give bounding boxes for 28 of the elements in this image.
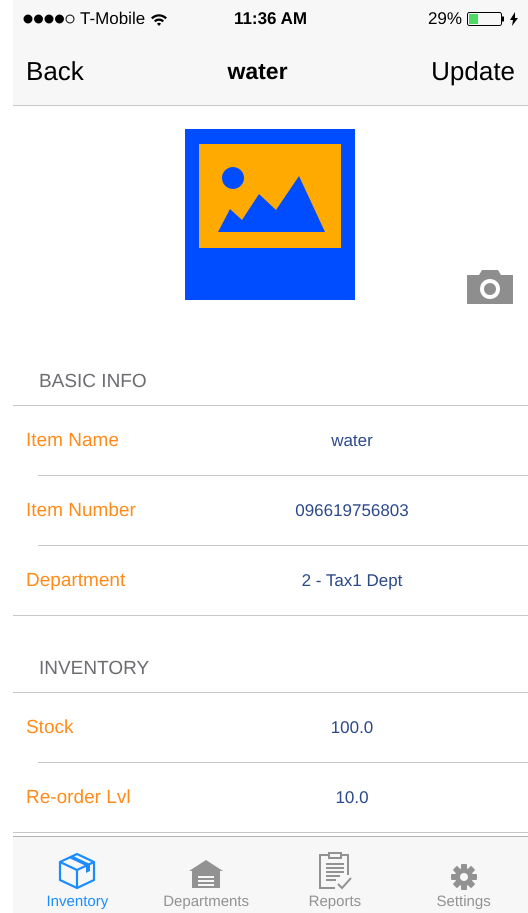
field-value[interactable]: water [246, 430, 528, 450]
carrier-name: T-Mobile [80, 9, 146, 29]
signal-icon [23, 14, 75, 24]
battery-icon [466, 12, 505, 26]
update-button[interactable]: Update [431, 56, 515, 87]
field-label: Re-order Lvl [26, 786, 132, 808]
garage-icon [188, 858, 224, 890]
gear-icon [450, 864, 477, 890]
section-header: INVENTORY [13, 616, 528, 693]
field-label: Item Number [26, 500, 137, 522]
charging-icon [510, 12, 518, 26]
field-value[interactable]: 2 - Tax1 Dept [246, 570, 528, 590]
clock-time: 11:36 AM [234, 9, 308, 29]
page-title: water [227, 58, 288, 85]
box-icon [58, 852, 96, 890]
clipboard-icon [318, 850, 352, 890]
field-label: Item Name [26, 430, 120, 452]
camera-icon[interactable] [467, 269, 513, 304]
battery-percent: 29% [428, 9, 462, 29]
field-label: Stock [26, 716, 75, 738]
field-label: Department [26, 570, 126, 592]
field-value[interactable]: 100.0 [246, 718, 528, 738]
field-value[interactable]: 10.0 [246, 788, 528, 808]
section-header: BASIC INFO [13, 354, 528, 406]
back-button[interactable]: Back [26, 56, 84, 87]
wifi-icon [150, 12, 168, 26]
field-value[interactable]: 096619756803 [246, 500, 528, 520]
image-placeholder-icon[interactable] [185, 129, 355, 300]
